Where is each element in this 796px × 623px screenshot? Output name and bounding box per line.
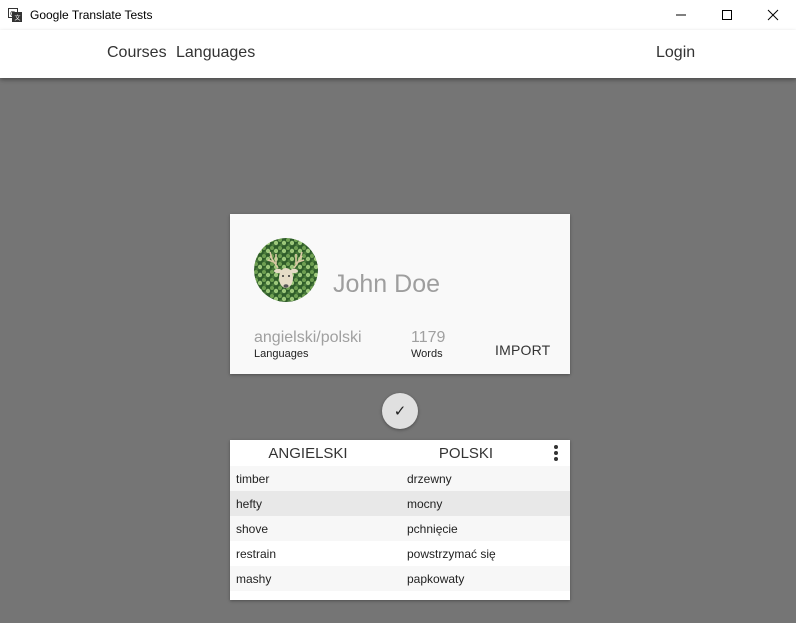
cell-polish-word: powstrzymać się — [407, 547, 496, 561]
cell-polish-word: papkowaty — [407, 572, 465, 586]
table-body: timber drzewny hefty mocny shove pchnięcie res… — [230, 466, 570, 591]
column-header-english[interactable]: ANGIELSKI — [230, 445, 386, 462]
import-button[interactable]: IMPORT — [495, 342, 550, 358]
cell-english-word: mashy — [236, 572, 272, 586]
profile-card: John Doe angielski/polski Languages 1179… — [230, 214, 570, 374]
check-button[interactable]: ✓ — [382, 393, 418, 429]
minimize-icon[interactable] — [658, 0, 704, 30]
nav-languages-link[interactable]: Languages — [176, 44, 255, 62]
table-row[interactable]: restrain powstrzymać się — [230, 541, 570, 566]
table-header: ANGIELSKI POLSKI — [230, 440, 570, 466]
deer-avatar — [254, 238, 318, 302]
translate-icon: G 文 — [8, 8, 22, 22]
cell-english-word: shove — [236, 522, 269, 536]
table-row[interactable]: hefty mocny — [230, 491, 570, 516]
cell-english-word: restrain — [236, 547, 277, 561]
languages-label: Languages — [254, 348, 309, 360]
window-controls — [658, 0, 796, 30]
window-title: Google Translate Tests — [30, 8, 153, 22]
languages-value: angielski/polski — [254, 329, 362, 346]
cell-polish-word: mocny — [407, 497, 443, 511]
table-row[interactable]: shove pchnięcie — [230, 516, 570, 541]
cell-english-word: hefty — [236, 497, 263, 511]
words-count: 1179 — [411, 329, 446, 346]
more-vert-icon[interactable] — [548, 444, 564, 462]
cell-polish-word: drzewny — [407, 472, 452, 486]
nav-courses-link[interactable]: Courses — [107, 44, 167, 62]
close-icon[interactable] — [750, 0, 796, 30]
words-label: Words — [411, 348, 443, 360]
cell-polish-word: pchnięcie — [407, 522, 458, 536]
top-navbar: Courses Languages Login — [0, 30, 796, 78]
word-table: ANGIELSKI POLSKI timber drzewny hefty mocny… — [230, 440, 570, 600]
window-titlebar: G 文 Google Translate Tests — [0, 0, 796, 30]
check-icon: ✓ — [393, 403, 407, 420]
column-header-polish[interactable]: POLSKI — [386, 445, 546, 462]
nav-login-link[interactable]: Login — [656, 44, 695, 62]
svg-text:文: 文 — [15, 14, 21, 22]
table-row[interactable]: timber drzewny — [230, 466, 570, 491]
maximize-icon[interactable] — [704, 0, 750, 30]
user-name: John Doe — [333, 270, 441, 298]
cell-english-word: timber — [236, 472, 270, 486]
table-row[interactable]: mashy papkowaty — [230, 566, 570, 591]
